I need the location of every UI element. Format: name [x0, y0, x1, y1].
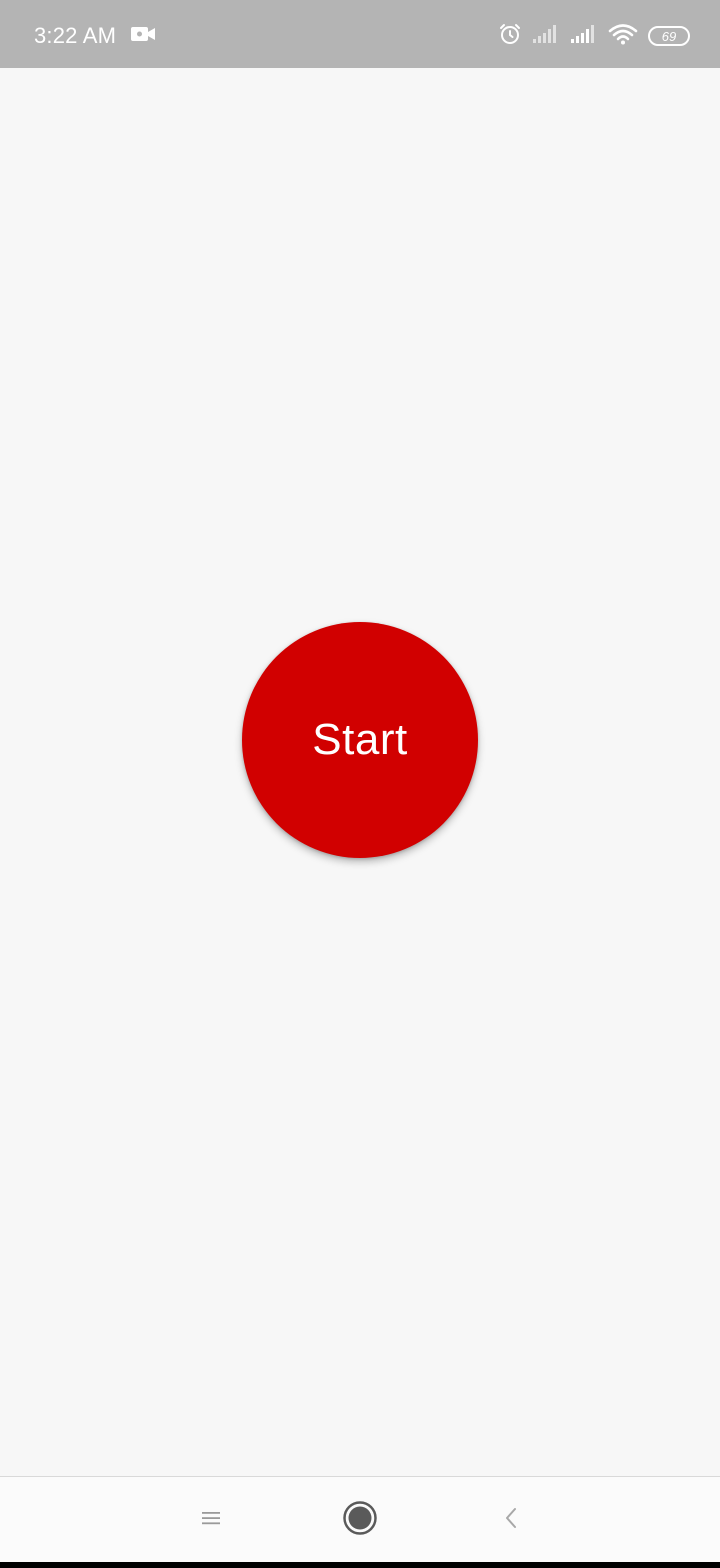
status-time: 3:22 AM [34, 23, 117, 48]
battery-level: 69 [661, 28, 677, 44]
menu-button[interactable] [166, 1477, 256, 1563]
battery-outline: 69 [648, 26, 690, 46]
screen-bottom-edge [0, 1562, 720, 1568]
navigation-bar [0, 1476, 720, 1563]
home-button[interactable] [315, 1477, 405, 1563]
battery-icon: 69 [648, 26, 690, 46]
status-bar: 3:22 AM 69 [0, 0, 720, 68]
start-button[interactable]: Start [242, 622, 478, 858]
status-bar-left: 3:22 AM [34, 0, 156, 72]
home-icon [342, 1500, 378, 1541]
signal-sim2-icon [570, 24, 598, 49]
back-button[interactable] [466, 1477, 556, 1563]
video-camera-icon [130, 24, 156, 49]
signal-sim1-icon [532, 24, 560, 49]
status-bar-right: 69 [498, 0, 690, 72]
app-screen: 3:22 AM 69 Start [0, 0, 720, 1568]
menu-icon [200, 1509, 222, 1532]
alarm-icon [498, 22, 522, 51]
wifi-icon [608, 23, 638, 50]
back-icon [501, 1506, 521, 1535]
start-button-label: Start [312, 715, 408, 764]
